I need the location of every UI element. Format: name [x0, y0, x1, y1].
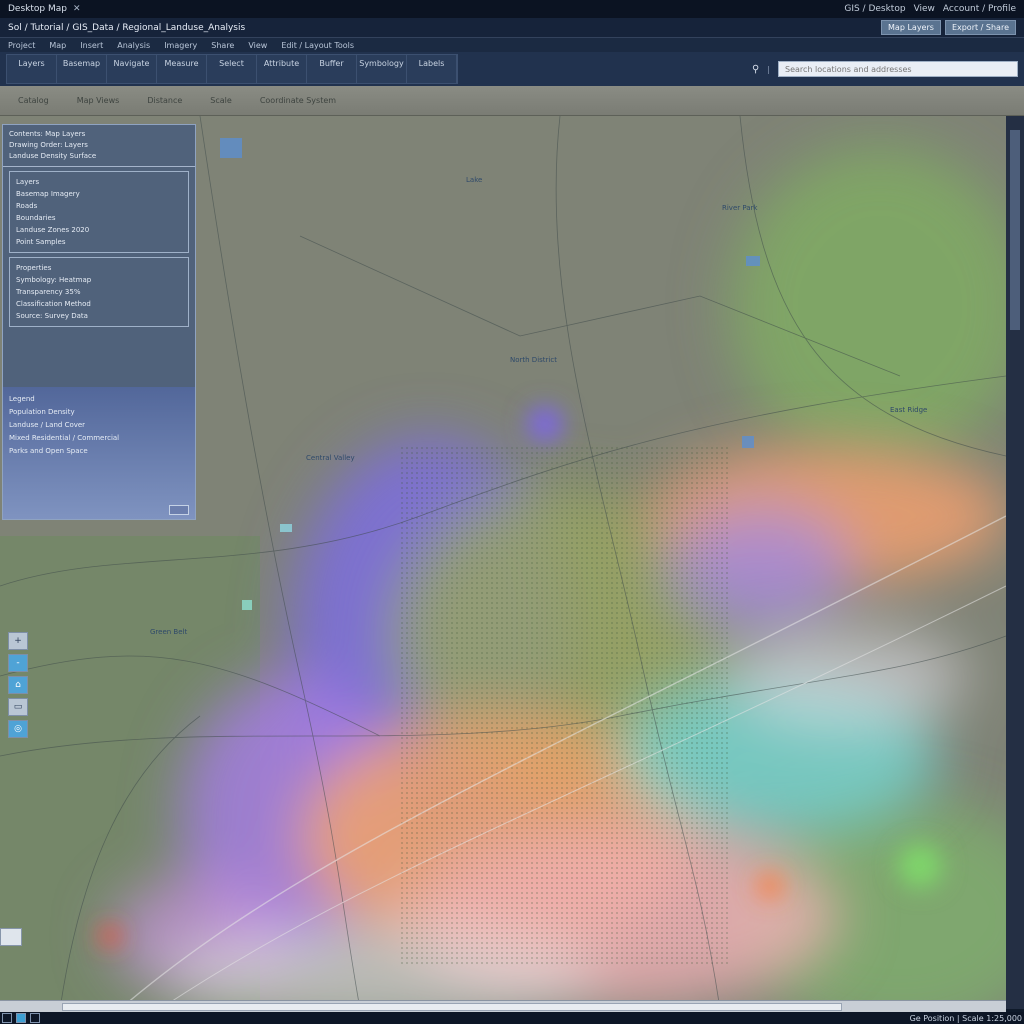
legend-heading: Legend: [9, 395, 35, 403]
export-share-button[interactable]: Export / Share: [944, 20, 1016, 35]
layer-item-boundaries[interactable]: Boundaries: [16, 212, 182, 224]
ribbon-scale[interactable]: Scale: [210, 96, 232, 105]
tool-measure[interactable]: Measure: [157, 55, 207, 83]
menu-analysis[interactable]: Analysis: [117, 41, 150, 50]
legend-area: Legend Population Density Landuse / Land…: [3, 387, 195, 519]
legend-item-parks: Parks and Open Space: [9, 447, 88, 455]
ribbon-coordinate-system[interactable]: Coordinate System: [260, 96, 336, 105]
tool-symbology[interactable]: Symbology: [357, 55, 407, 83]
ribbon-distance[interactable]: Distance: [147, 96, 182, 105]
legend-item-landuse: Landuse / Land Cover: [9, 421, 86, 429]
layers-heading: Layers: [16, 178, 40, 186]
menu-insert[interactable]: Insert: [80, 41, 103, 50]
toolbar: Layers Basemap Navigate Measure Select A…: [0, 52, 1024, 86]
locate-button[interactable]: ◎: [8, 720, 28, 738]
project-path: Sol / Tutorial / GIS_Data / Regional_Lan…: [8, 22, 246, 33]
layers-section: Layers Basemap Imagery Roads Boundaries …: [9, 171, 189, 253]
horizontal-scrollbar[interactable]: [0, 1000, 1006, 1012]
title-right-menu: GIS / Desktop View Account / Profile: [844, 4, 1016, 14]
property-transparency[interactable]: Transparency 35%: [16, 286, 182, 298]
title-link-gis[interactable]: GIS / Desktop: [844, 4, 905, 14]
divider-icon: |: [767, 64, 770, 74]
menu-share[interactable]: Share: [211, 41, 234, 50]
panel-subtitle: Drawing Order: Layers: [9, 141, 88, 149]
layer-item-roads[interactable]: Roads: [16, 200, 182, 212]
zoom-out-button[interactable]: -: [8, 654, 28, 672]
map-layers-button[interactable]: Map Layers: [881, 20, 941, 35]
menu-bar: Project Map Insert Analysis Imagery Shar…: [0, 38, 1024, 52]
map-label-river-park: River Park: [722, 204, 758, 212]
map-label-east-ridge: East Ridge: [890, 406, 928, 414]
pin-icon[interactable]: ⚲: [752, 64, 759, 75]
map-label-lake: Lake: [466, 176, 483, 184]
app-title: Desktop Map: [8, 4, 67, 14]
ribbon-catalog[interactable]: Catalog: [18, 96, 49, 105]
path-buttons: Map Layers Export / Share: [881, 20, 1016, 35]
menu-imagery[interactable]: Imagery: [164, 41, 197, 50]
tool-select[interactable]: Select: [207, 55, 257, 83]
properties-section: Properties Symbology: Heatmap Transparen…: [9, 257, 189, 327]
panel-active-layer[interactable]: Landuse Density Surface: [9, 151, 189, 162]
tool-attribute[interactable]: Attribute: [257, 55, 307, 83]
path-bar: Sol / Tutorial / GIS_Data / Regional_Lan…: [0, 18, 1024, 38]
search-area: ⚲ |: [752, 61, 1018, 77]
status-sync-icon[interactable]: [30, 1013, 40, 1023]
menu-project[interactable]: Project: [8, 41, 35, 50]
menu-view[interactable]: View: [248, 41, 267, 50]
layer-item-landuse[interactable]: Landuse Zones 2020: [16, 224, 182, 236]
title-link-account[interactable]: Account / Profile: [943, 4, 1016, 14]
tool-buffer[interactable]: Buffer: [307, 55, 357, 83]
property-source: Source: Survey Data: [16, 312, 88, 320]
vertical-scroll-thumb[interactable]: [1010, 130, 1020, 330]
layer-item-basemap[interactable]: Basemap Imagery: [16, 188, 182, 200]
contents-panel: Contents: Map Layers Drawing Order: Laye…: [2, 124, 196, 520]
status-bar: Ge Position | Scale 1:25,000: [0, 1012, 1024, 1024]
menu-edit[interactable]: Edit / Layout Tools: [281, 41, 354, 50]
close-icon[interactable]: ✕: [73, 4, 81, 14]
status-snapping-icon[interactable]: [16, 1013, 26, 1023]
tool-navigate[interactable]: Navigate: [107, 55, 157, 83]
panel-header: Contents: Map Layers Drawing Order: Laye…: [3, 125, 195, 167]
status-grid-icon[interactable]: [2, 1013, 12, 1023]
home-extent-button[interactable]: ⌂: [8, 676, 28, 694]
property-symbology[interactable]: Symbology: Heatmap: [16, 274, 182, 286]
panel-resize-handle[interactable]: [169, 505, 189, 515]
horizontal-scroll-thumb[interactable]: [62, 1003, 842, 1011]
full-extent-button[interactable]: ▭: [8, 698, 28, 716]
panel-title: Contents: Map Layers: [9, 130, 86, 138]
map-label-green-belt: Green Belt: [150, 628, 188, 636]
search-input[interactable]: [778, 61, 1018, 77]
title-bar: Desktop Map ✕ GIS / Desktop View Account…: [0, 0, 1024, 18]
tool-labels[interactable]: Labels: [407, 55, 457, 83]
vertical-scrollbar[interactable]: [1006, 116, 1024, 1009]
legend-item-density: Population Density: [9, 408, 75, 416]
properties-heading: Properties: [16, 264, 52, 272]
tool-layers[interactable]: Layers: [7, 55, 57, 83]
tool-group: Layers Basemap Navigate Measure Select A…: [6, 54, 458, 84]
property-classification[interactable]: Classification Method: [16, 298, 182, 310]
map-nav-tools: + - ⌂ ▭ ◎: [8, 632, 30, 738]
tool-basemap[interactable]: Basemap: [57, 55, 107, 83]
legend-item-mixed: Mixed Residential / Commercial: [9, 434, 120, 442]
ribbon-map-views[interactable]: Map Views: [77, 96, 120, 105]
map-label-north-district: North District: [510, 356, 557, 364]
layer-item-points[interactable]: Point Samples: [16, 236, 182, 248]
status-coordinates: Ge Position | Scale 1:25,000: [909, 1013, 1022, 1023]
ribbon-bar: Catalog Map Views Distance Scale Coordin…: [0, 86, 1024, 116]
scale-indicator: [0, 928, 22, 946]
point-samples: [400, 446, 730, 966]
title-link-view[interactable]: View: [914, 4, 935, 14]
menu-map[interactable]: Map: [49, 41, 66, 50]
zoom-in-button[interactable]: +: [8, 632, 28, 650]
map-label-central-valley: Central Valley: [306, 454, 355, 462]
